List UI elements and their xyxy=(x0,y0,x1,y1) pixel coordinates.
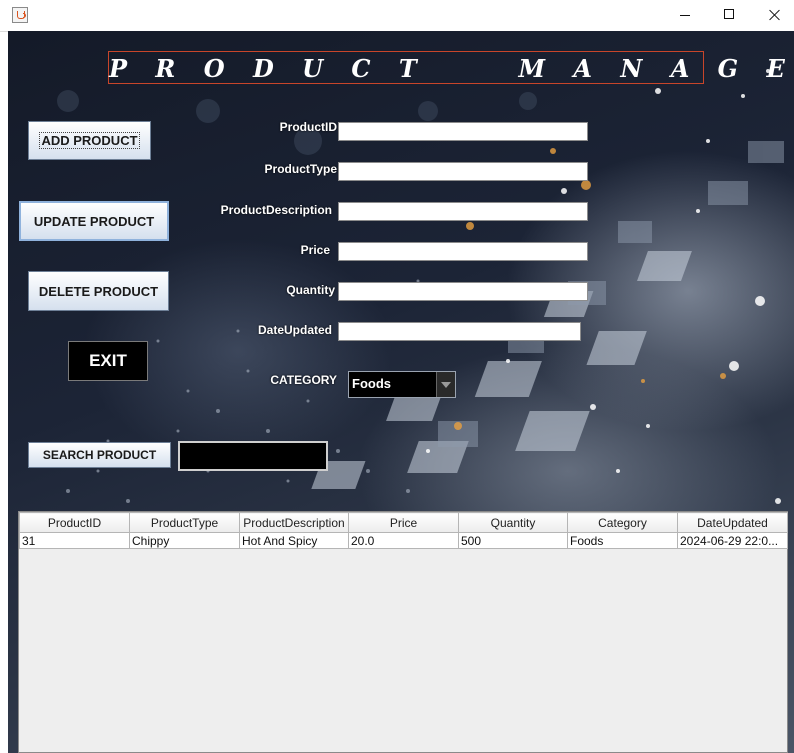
product-description-field[interactable] xyxy=(338,202,588,221)
price-label: Price xyxy=(300,243,330,257)
table-cell[interactable]: 500 xyxy=(458,532,568,549)
window-titlebar xyxy=(0,0,794,32)
quantity-field[interactable] xyxy=(338,282,588,301)
chevron-down-icon[interactable] xyxy=(436,372,455,397)
column-header-date-updated[interactable]: DateUpdated xyxy=(677,512,788,533)
column-header-category[interactable]: Category xyxy=(567,512,678,533)
close-icon[interactable] xyxy=(752,0,794,31)
column-header-product-id[interactable]: ProductID xyxy=(19,512,130,533)
price-field[interactable] xyxy=(338,242,588,261)
product-table-grid: ProductID ProductType ProductDescription… xyxy=(19,512,788,549)
date-updated-label: DateUpdated xyxy=(257,323,332,337)
minimize-icon[interactable] xyxy=(662,0,708,31)
maximize-icon[interactable] xyxy=(706,0,752,31)
table-cell[interactable]: 31 xyxy=(19,532,130,549)
product-type-field[interactable] xyxy=(338,162,588,181)
table-row[interactable]: 31 Chippy Hot And Spicy 20.0 500 Foods 2… xyxy=(19,532,788,549)
table-cell[interactable]: Hot And Spicy xyxy=(239,532,349,549)
app-window: P R O D U C T M A N A G E M E N T ADD PR… xyxy=(8,31,794,753)
table-header-row: ProductID ProductType ProductDescription… xyxy=(19,512,788,533)
category-selected-value: Foods xyxy=(352,376,391,391)
product-id-label: ProductID xyxy=(279,120,337,134)
search-input[interactable] xyxy=(178,441,328,471)
category-label: CATEGORY xyxy=(270,373,337,387)
search-product-button[interactable]: SEARCH PRODUCT xyxy=(28,442,171,468)
table-cell[interactable]: 2024-06-29 22:0... xyxy=(677,532,788,549)
table-cell[interactable]: 20.0 xyxy=(348,532,459,549)
page-title: P R O D U C T M A N A G E M E N T xyxy=(108,51,785,84)
column-header-price[interactable]: Price xyxy=(348,512,459,533)
column-header-product-description[interactable]: ProductDescription xyxy=(239,512,349,533)
add-product-button[interactable]: ADD PRODUCT xyxy=(28,121,151,160)
column-header-product-type[interactable]: ProductType xyxy=(129,512,240,533)
exit-button[interactable]: EXIT xyxy=(68,341,148,381)
category-dropdown[interactable]: Foods xyxy=(348,371,456,398)
table-cell[interactable]: Foods xyxy=(567,532,678,549)
product-id-field[interactable] xyxy=(338,122,588,141)
product-table[interactable]: ProductID ProductType ProductDescription… xyxy=(18,511,788,753)
column-header-quantity[interactable]: Quantity xyxy=(458,512,568,533)
add-product-label: ADD PRODUCT xyxy=(39,132,140,149)
table-cell[interactable]: Chippy xyxy=(129,532,240,549)
quantity-label: Quantity xyxy=(286,283,335,297)
product-type-label: ProductType xyxy=(264,162,337,176)
java-app-icon xyxy=(12,7,28,23)
date-updated-field[interactable] xyxy=(338,322,581,341)
product-description-label: ProductDescription xyxy=(220,203,332,217)
